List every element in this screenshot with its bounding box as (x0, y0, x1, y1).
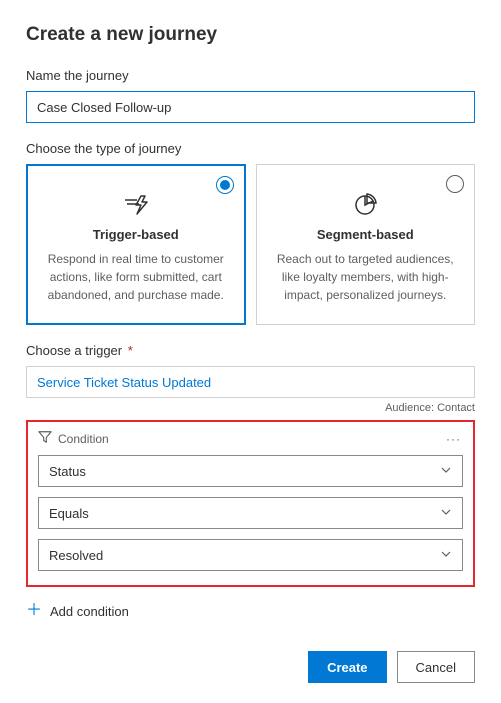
select-value: Resolved (49, 548, 103, 563)
card-desc: Respond in real time to customer actions… (43, 250, 229, 304)
card-title: Trigger-based (43, 227, 229, 242)
journey-name-input[interactable] (26, 91, 475, 123)
chevron-down-icon (440, 506, 452, 521)
filter-icon (38, 430, 52, 447)
trigger-input[interactable]: Service Ticket Status Updated (26, 366, 475, 398)
card-title: Segment-based (273, 227, 459, 242)
chevron-down-icon (440, 548, 452, 563)
card-desc: Reach out to targeted audiences, like lo… (273, 250, 459, 304)
condition-value-select[interactable]: Resolved (38, 539, 463, 571)
type-section: Choose the type of journey Trigger-based… (26, 141, 475, 325)
create-button[interactable]: Create (308, 651, 386, 683)
radio-trigger-based[interactable] (216, 176, 234, 194)
select-value: Equals (49, 506, 89, 521)
trigger-label: Choose a trigger * (26, 343, 475, 358)
type-label: Choose the type of journey (26, 141, 475, 156)
plus-icon: ＋ (26, 603, 42, 619)
radio-segment-based[interactable] (446, 175, 464, 193)
lightning-icon (120, 193, 152, 217)
trigger-section: Choose a trigger * Service Ticket Status… (26, 343, 475, 414)
footer: Create Cancel (26, 651, 475, 683)
condition-operator-select[interactable]: Equals (38, 497, 463, 529)
condition-panel: Condition ··· Status Equals Resolved (26, 420, 475, 587)
condition-field-select[interactable]: Status (38, 455, 463, 487)
add-condition-label: Add condition (50, 604, 129, 619)
name-section: Name the journey (26, 68, 475, 123)
name-label: Name the journey (26, 68, 475, 83)
select-value: Status (49, 464, 86, 479)
condition-header: Condition (58, 432, 109, 446)
chevron-down-icon (440, 464, 452, 479)
cancel-button[interactable]: Cancel (397, 651, 475, 683)
required-mark: * (128, 343, 133, 358)
card-trigger-based[interactable]: Trigger-based Respond in real time to cu… (26, 164, 246, 325)
page-title: Create a new journey (26, 24, 475, 46)
audience-info: Audience: Contact (26, 402, 475, 414)
condition-more-button[interactable]: ··· (444, 432, 463, 446)
pie-chart-icon (349, 193, 381, 217)
card-segment-based[interactable]: Segment-based Reach out to targeted audi… (256, 164, 476, 325)
add-condition-button[interactable]: ＋ Add condition (26, 599, 475, 623)
